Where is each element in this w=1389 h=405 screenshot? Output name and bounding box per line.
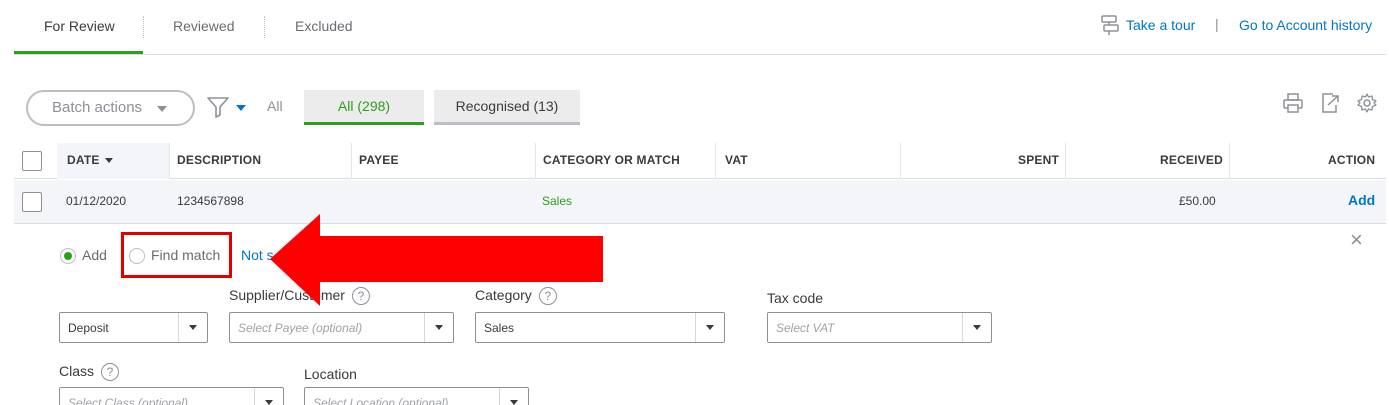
header-spent: SPENT — [1018, 153, 1060, 167]
row-add-action[interactable]: Add — [1348, 192, 1375, 208]
table-row[interactable]: 01/12/2020 1234567898 Sales £50.00 Add — [14, 180, 1386, 224]
link-separator: | — [1215, 16, 1219, 32]
account-history-link[interactable]: Go to Account history — [1239, 17, 1372, 33]
header-description: DESCRIPTION — [177, 153, 262, 167]
payee-select[interactable]: Select Payee (optional) — [229, 312, 454, 343]
chevron-down-icon — [254, 388, 283, 405]
chevron-down-icon — [695, 313, 724, 342]
select-all-checkbox[interactable] — [22, 151, 42, 171]
transaction-type-value: Deposit — [68, 321, 109, 335]
radio-add-label[interactable]: Add — [82, 247, 107, 263]
filter-dropdown-caret-icon[interactable] — [236, 105, 246, 111]
row-checkbox[interactable] — [22, 192, 42, 212]
row-description: 1234567898 — [177, 194, 244, 208]
filter-funnel-icon[interactable] — [206, 96, 230, 118]
column-separator — [715, 143, 716, 179]
radio-add[interactable] — [60, 248, 76, 264]
tab-divider — [143, 16, 144, 38]
column-separator — [1065, 143, 1066, 179]
annotation-highlight-box — [121, 232, 232, 278]
category-value: Sales — [484, 321, 515, 335]
chevron-down-icon — [424, 313, 453, 342]
chevron-down-icon — [962, 313, 991, 342]
sort-down-icon — [104, 158, 113, 164]
chevron-down-icon — [157, 106, 167, 112]
tab-divider — [264, 16, 265, 38]
chevron-down-icon — [178, 313, 207, 342]
gear-icon[interactable] — [1356, 92, 1378, 114]
tab-for-review[interactable]: For Review — [44, 18, 115, 34]
annotation-arrow-icon — [270, 214, 603, 306]
help-icon[interactable]: ? — [101, 363, 120, 382]
filter-all-label: All — [267, 98, 283, 114]
location-select[interactable]: Select Location (optional) — [304, 387, 529, 405]
class-label: Class? — [59, 363, 120, 382]
column-separator — [535, 143, 536, 179]
tax-code-select[interactable]: Select VAT — [767, 312, 992, 343]
category-select[interactable]: Sales — [475, 312, 725, 343]
header-payee: PAYEE — [359, 153, 399, 167]
class-placeholder: Select Class (optional) — [68, 396, 189, 405]
tax-code-label: Tax code — [767, 290, 824, 306]
class-select[interactable]: Select Class (optional) — [59, 387, 284, 405]
not-sure-link[interactable]: Not s — [241, 247, 274, 263]
row-date: 01/12/2020 — [66, 194, 127, 208]
header-date[interactable]: DATE — [67, 153, 113, 167]
tabs-divider-line — [14, 54, 1386, 55]
column-separator — [900, 143, 901, 179]
take-a-tour-link[interactable]: Take a tour — [1126, 17, 1195, 33]
chevron-down-icon — [499, 388, 528, 405]
header-action: ACTION — [1328, 153, 1376, 167]
tab-excluded[interactable]: Excluded — [295, 18, 353, 34]
table-header: DATE DESCRIPTION PAYEE CATEGORY OR MATCH… — [14, 143, 1386, 179]
location-placeholder: Select Location (optional) — [313, 396, 449, 405]
transaction-type-select[interactable]: Deposit — [59, 312, 208, 343]
tab-reviewed[interactable]: Reviewed — [173, 18, 234, 34]
batch-actions-label: Batch actions — [52, 99, 143, 116]
pill-recognised[interactable]: Recognised (13) — [434, 90, 580, 125]
tour-signpost-icon[interactable] — [1099, 14, 1121, 36]
batch-actions-button[interactable]: Batch actions — [26, 90, 195, 126]
row-category: Sales — [542, 194, 573, 208]
column-separator — [1229, 143, 1230, 179]
header-category: CATEGORY OR MATCH — [543, 153, 680, 167]
pill-all[interactable]: All (298) — [304, 90, 424, 125]
tax-code-placeholder: Select VAT — [776, 321, 835, 335]
payee-placeholder: Select Payee (optional) — [238, 321, 363, 335]
location-label: Location — [304, 366, 357, 382]
export-icon[interactable] — [1319, 92, 1341, 114]
header-received: RECEIVED — [1160, 153, 1223, 167]
header-vat: VAT — [725, 153, 748, 167]
column-separator — [169, 143, 170, 179]
close-icon[interactable]: × — [1350, 227, 1363, 253]
print-icon[interactable] — [1282, 92, 1304, 114]
column-separator — [351, 143, 352, 179]
row-received: £50.00 — [1179, 194, 1216, 208]
